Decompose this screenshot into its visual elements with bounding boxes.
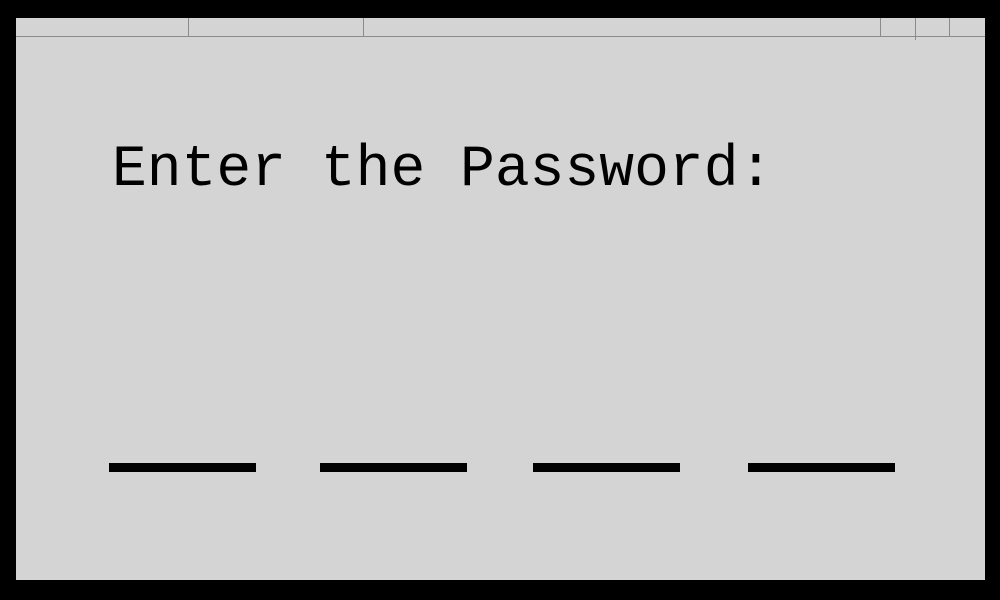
password-panel: Enter the Password: <box>16 18 985 580</box>
password-digit-2[interactable] <box>320 463 467 472</box>
tab-bar <box>16 18 985 40</box>
minimize-icon[interactable] <box>881 18 915 37</box>
maximize-icon[interactable] <box>916 18 949 37</box>
tab-1[interactable] <box>16 18 188 37</box>
password-digit-3[interactable] <box>533 463 680 472</box>
password-prompt: Enter the Password: <box>112 138 774 203</box>
close-icon[interactable] <box>950 18 985 37</box>
tab-3[interactable] <box>364 18 880 37</box>
password-digit-1[interactable] <box>109 463 256 472</box>
password-digit-4[interactable] <box>748 463 895 472</box>
tab-2[interactable] <box>189 18 363 37</box>
